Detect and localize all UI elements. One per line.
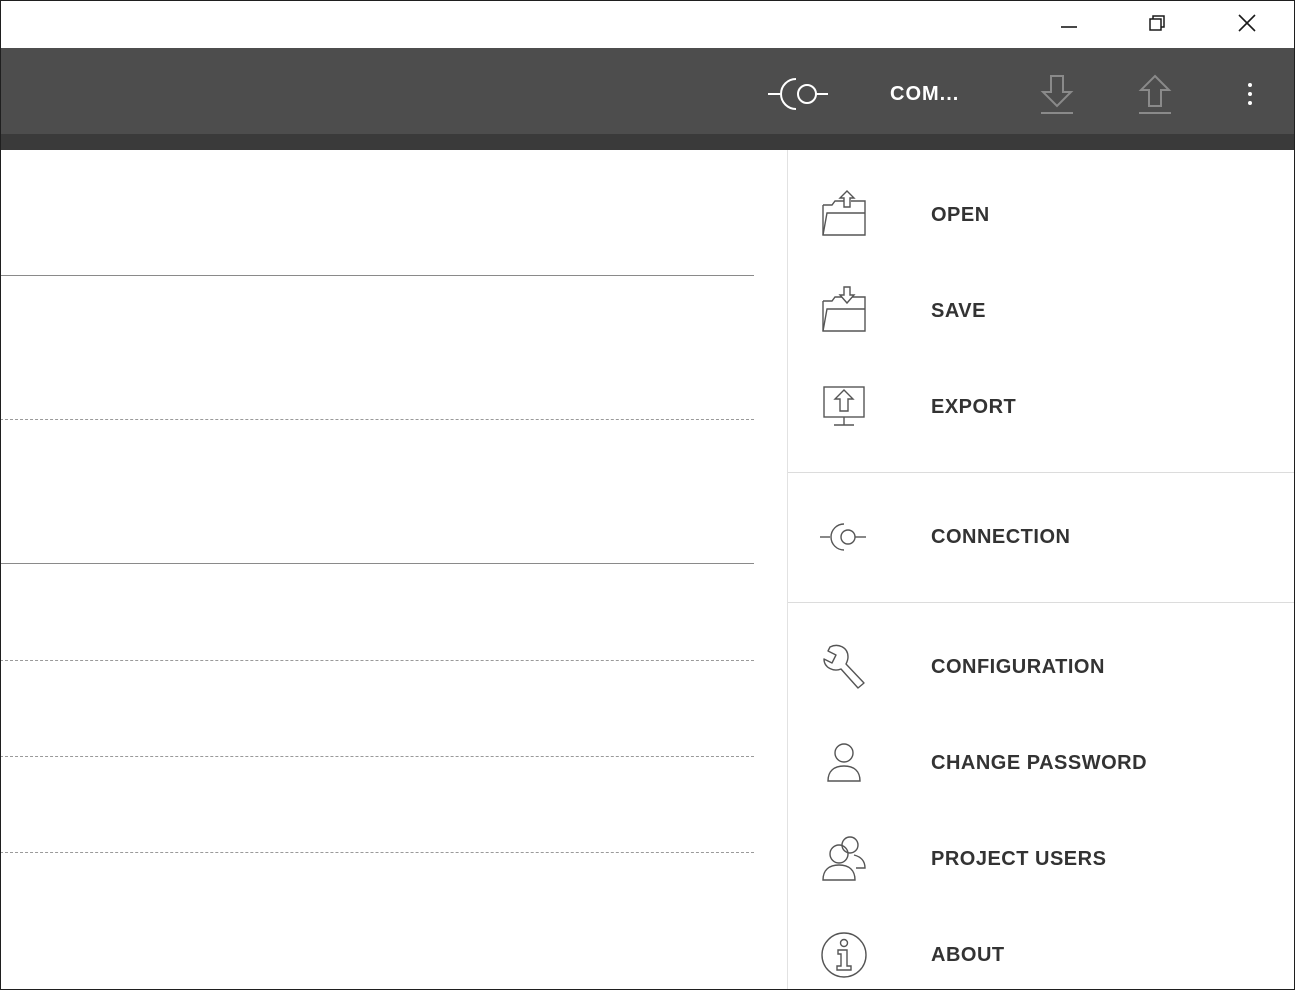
more-vertical-icon	[1248, 83, 1252, 87]
upload-icon	[1138, 74, 1172, 114]
content-area	[0, 150, 787, 990]
row-divider	[0, 275, 754, 276]
wrench-icon	[818, 641, 870, 693]
row-divider	[0, 756, 754, 757]
menu-item-open[interactable]: OPEN	[788, 167, 1295, 263]
close-icon	[1238, 14, 1256, 32]
export-icon	[818, 381, 870, 433]
menu-item-label: PROJECT USERS	[931, 847, 1107, 870]
menu-item-label: SAVE	[931, 299, 986, 322]
connection-icon[interactable]	[766, 74, 848, 114]
main-menu: OPEN SAVE EXPORT CONNECTION CONFIGURATIO…	[787, 150, 1295, 990]
window-titlebar	[0, 0, 1295, 48]
menu-item-export[interactable]: EXPORT	[788, 359, 1295, 455]
menu-item-label: ABOUT	[931, 943, 1005, 966]
menu-item-label: CHANGE PASSWORD	[931, 751, 1148, 774]
connection-label[interactable]: COM...	[890, 80, 959, 108]
menu-separator	[788, 602, 1295, 603]
menu-item-about[interactable]: ABOUT	[788, 907, 1295, 1003]
menu-item-label: CONFIGURATION	[931, 655, 1105, 678]
menu-item-label: OPEN	[931, 203, 990, 226]
menu-item-connection[interactable]: CONNECTION	[788, 489, 1295, 585]
folder-save-icon	[818, 285, 870, 337]
menu-item-project-users[interactable]: PROJECT USERS	[788, 811, 1295, 907]
info-icon	[818, 929, 870, 981]
menu-item-configuration[interactable]: CONFIGURATION	[788, 619, 1295, 715]
connection-icon	[818, 511, 870, 563]
upload-button[interactable]	[1131, 70, 1179, 118]
row-divider	[0, 563, 754, 564]
menu-item-label: CONNECTION	[931, 525, 1071, 548]
more-menu-button[interactable]	[1232, 70, 1268, 118]
user-icon	[818, 737, 870, 789]
menu-separator	[788, 472, 1295, 473]
close-button[interactable]	[1224, 0, 1270, 46]
download-icon	[1040, 75, 1074, 114]
row-divider	[0, 660, 754, 661]
menu-item-change-password[interactable]: CHANGE PASSWORD	[788, 715, 1295, 811]
row-divider	[0, 852, 754, 853]
menu-item-label: EXPORT	[931, 395, 1017, 418]
restore-icon	[1149, 15, 1165, 31]
minimize-icon	[1061, 26, 1077, 28]
minimize-button[interactable]	[1046, 0, 1092, 46]
menu-item-save[interactable]: SAVE	[788, 263, 1295, 359]
users-icon	[818, 833, 870, 885]
download-button[interactable]	[1033, 70, 1081, 118]
toolbar-shadow	[0, 134, 1295, 150]
row-divider	[0, 419, 754, 420]
folder-open-icon	[818, 189, 870, 241]
app-toolbar	[0, 48, 1295, 134]
restore-button[interactable]	[1134, 0, 1180, 46]
